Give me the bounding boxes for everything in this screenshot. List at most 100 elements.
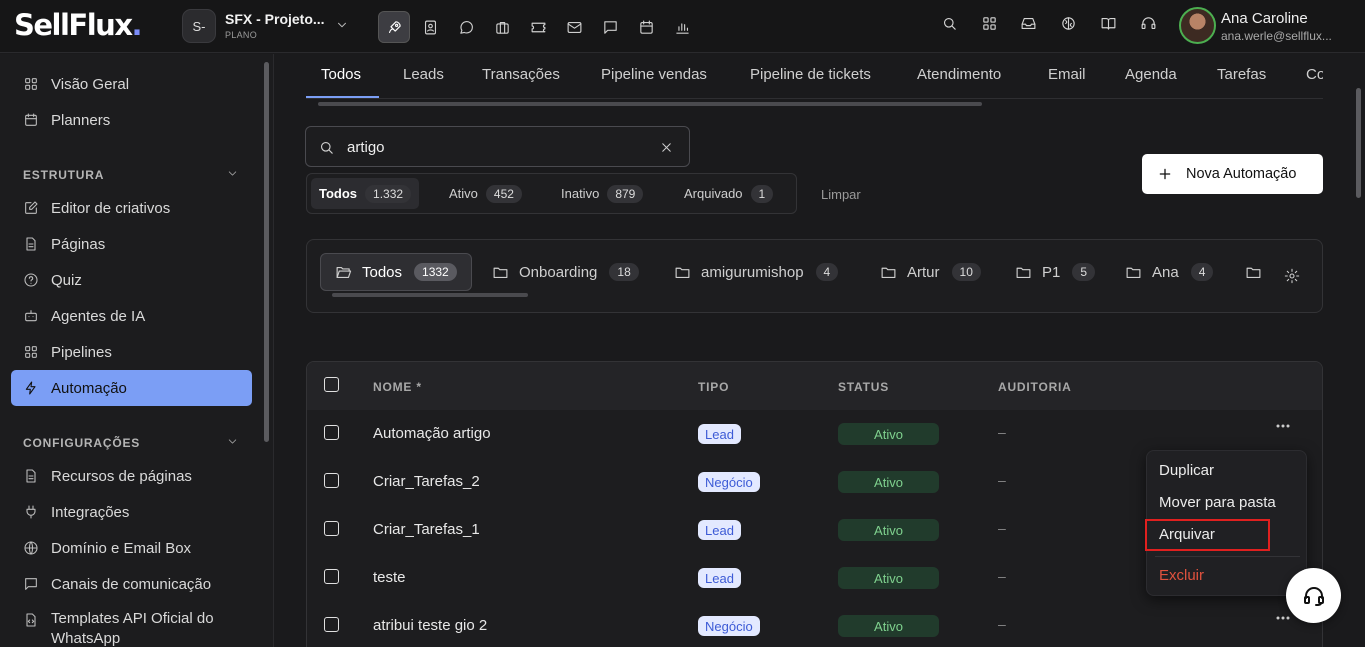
tab-todos[interactable]: Todos xyxy=(321,66,361,83)
folder-amigurumishop[interactable]: amigurumishop 4 xyxy=(660,253,852,291)
sidebar-item-canais-de-comunicacao[interactable]: Canais de comunicação xyxy=(11,566,252,602)
support-chat-button[interactable] xyxy=(1286,568,1341,623)
contacts-icon[interactable] xyxy=(414,11,446,43)
mail-icon[interactable] xyxy=(558,11,590,43)
headset-icon xyxy=(1302,584,1326,608)
column-header-name[interactable]: NOME * xyxy=(373,380,422,394)
plus-icon xyxy=(1158,167,1172,181)
inbox-icon[interactable] xyxy=(1020,15,1037,32)
tab-leads[interactable]: Leads xyxy=(403,66,444,83)
ticket-icon[interactable] xyxy=(522,11,554,43)
row-checkbox[interactable] xyxy=(324,425,339,440)
filter-count: 1.332 xyxy=(365,184,412,203)
folder-ana[interactable]: Ana 4 xyxy=(1111,253,1227,291)
chevron-down-icon[interactable] xyxy=(226,167,239,180)
tab-tarefas[interactable]: Tarefas xyxy=(1217,66,1266,83)
chevron-down-icon[interactable] xyxy=(335,18,349,32)
folder-todos[interactable]: Todos 1332 xyxy=(320,253,472,291)
folder-count: 10 xyxy=(951,263,981,281)
automation-name[interactable]: teste xyxy=(373,569,406,586)
table-row[interactable]: atribui teste gio 2 Negócio Ativo – xyxy=(307,602,1322,647)
folders-scrollbar[interactable] xyxy=(332,293,528,297)
search-icon xyxy=(318,139,335,156)
search-icon[interactable] xyxy=(941,15,958,32)
filter-ativo[interactable]: Ativo 452 xyxy=(441,178,530,209)
folder-count: 5 xyxy=(1072,263,1096,281)
automation-name[interactable]: Criar_Tarefas_1 xyxy=(373,521,480,538)
new-automation-label: Nova Automação xyxy=(1186,166,1297,182)
menu-item-excluir[interactable]: Excluir xyxy=(1159,567,1204,584)
folder-onboarding[interactable]: Onboarding 18 xyxy=(478,253,653,291)
page-scrollbar[interactable] xyxy=(1356,88,1361,198)
tab-email[interactable]: Email xyxy=(1048,66,1086,83)
sidebar: Visão Geral Planners ESTRUTURA Editor de… xyxy=(0,54,274,647)
calendar-icon[interactable] xyxy=(630,11,662,43)
sidebar-item-editor-de-criativos[interactable]: Editor de criativos xyxy=(11,190,252,226)
sidebar-item-dominio-e-email-box[interactable]: Domínio e Email Box xyxy=(11,530,252,566)
audit-value: – xyxy=(998,424,1006,440)
search-value[interactable]: artigo xyxy=(347,139,385,156)
bar-chart-icon[interactable] xyxy=(666,11,698,43)
filter-arquivado[interactable]: Arquivado 1 xyxy=(676,178,781,209)
filter-inativo[interactable]: Inativo 879 xyxy=(553,178,651,209)
menu-item-duplicar[interactable]: Duplicar xyxy=(1159,462,1214,479)
select-all-checkbox[interactable] xyxy=(324,377,339,392)
sidebar-item-recursos-de-paginas[interactable]: Recursos de páginas xyxy=(11,458,252,494)
clear-filters-link[interactable]: Limpar xyxy=(821,187,861,202)
book-open-icon[interactable] xyxy=(1100,15,1117,32)
tab-atendimento[interactable]: Atendimento xyxy=(917,66,1001,83)
tabs-scrollbar[interactable] xyxy=(318,102,982,106)
project-name[interactable]: SFX - Projeto... xyxy=(225,11,325,27)
sidebar-item-quiz[interactable]: Quiz xyxy=(11,262,252,298)
tab-transacoes[interactable]: Transações xyxy=(482,66,560,83)
headset-icon[interactable] xyxy=(1140,15,1157,32)
row-checkbox[interactable] xyxy=(324,473,339,488)
sidebar-scrollbar[interactable] xyxy=(264,62,269,442)
automation-name[interactable]: atribui teste gio 2 xyxy=(373,617,487,634)
sidebar-item-label: Integrações xyxy=(51,503,130,521)
tab-pipeline-de-tickets[interactable]: Pipeline de tickets xyxy=(750,66,871,83)
row-checkbox[interactable] xyxy=(324,617,339,632)
brain-icon[interactable] xyxy=(1060,15,1077,32)
tab-agenda[interactable]: Agenda xyxy=(1125,66,1177,83)
row-checkbox[interactable] xyxy=(324,521,339,536)
chat-icon[interactable] xyxy=(450,11,482,43)
gear-icon[interactable] xyxy=(1284,268,1300,284)
folder-artur[interactable]: Artur 10 xyxy=(866,253,995,291)
sidebar-item-visao-geral[interactable]: Visão Geral xyxy=(11,66,252,102)
type-badge: Negócio xyxy=(698,616,760,636)
filter-todos[interactable]: Todos 1.332 xyxy=(311,178,420,209)
briefcase-icon[interactable] xyxy=(486,11,518,43)
automation-name[interactable]: Automação artigo xyxy=(373,425,491,442)
message-square-icon[interactable] xyxy=(594,11,626,43)
section-header-configuracoes[interactable]: CONFIGURAÇÕES xyxy=(23,436,140,450)
sidebar-item-label: Templates API Oficial do WhatsApp xyxy=(51,610,214,647)
sidebar-item-agentes-de-ia[interactable]: Agentes de IA xyxy=(11,298,252,334)
sidebar-item-planners[interactable]: Planners xyxy=(11,102,252,138)
sidebar-item-templates-api-oficial[interactable]: Templates API Oficial do WhatsApp xyxy=(11,604,252,647)
automation-name[interactable]: Criar_Tarefas_2 xyxy=(373,473,480,490)
chevron-down-icon[interactable] xyxy=(226,435,239,448)
avatar[interactable] xyxy=(1179,7,1216,44)
row-checkbox[interactable] xyxy=(324,569,339,584)
folder-partial[interactable] xyxy=(1231,253,1272,291)
search-input[interactable]: artigo xyxy=(305,126,690,167)
folder-p1[interactable]: P1 5 xyxy=(1001,253,1109,291)
sidebar-item-integracoes[interactable]: Integrações xyxy=(11,494,252,530)
new-automation-button[interactable]: Nova Automação xyxy=(1142,154,1323,194)
project-avatar[interactable]: S- xyxy=(182,9,216,43)
more-options-icon[interactable] xyxy=(1276,616,1290,620)
sellflux-logo[interactable]: SellFlux. xyxy=(14,8,143,42)
sidebar-item-paginas[interactable]: Páginas xyxy=(11,226,252,262)
user-name[interactable]: Ana Caroline xyxy=(1221,10,1308,27)
menu-item-mover-para-pasta[interactable]: Mover para pasta xyxy=(1159,494,1276,511)
tab-pipeline-vendas[interactable]: Pipeline vendas xyxy=(601,66,707,83)
sidebar-item-pipelines[interactable]: Pipelines xyxy=(11,334,252,370)
apps-grid-icon[interactable] xyxy=(981,15,998,32)
rocket-icon[interactable] xyxy=(378,11,410,43)
section-header-estrutura[interactable]: ESTRUTURA xyxy=(23,168,104,182)
close-icon[interactable] xyxy=(659,140,674,155)
sidebar-item-automacao[interactable]: Automação xyxy=(11,370,252,406)
more-options-icon[interactable] xyxy=(1276,424,1290,428)
tab-co[interactable]: Co xyxy=(1306,66,1323,83)
